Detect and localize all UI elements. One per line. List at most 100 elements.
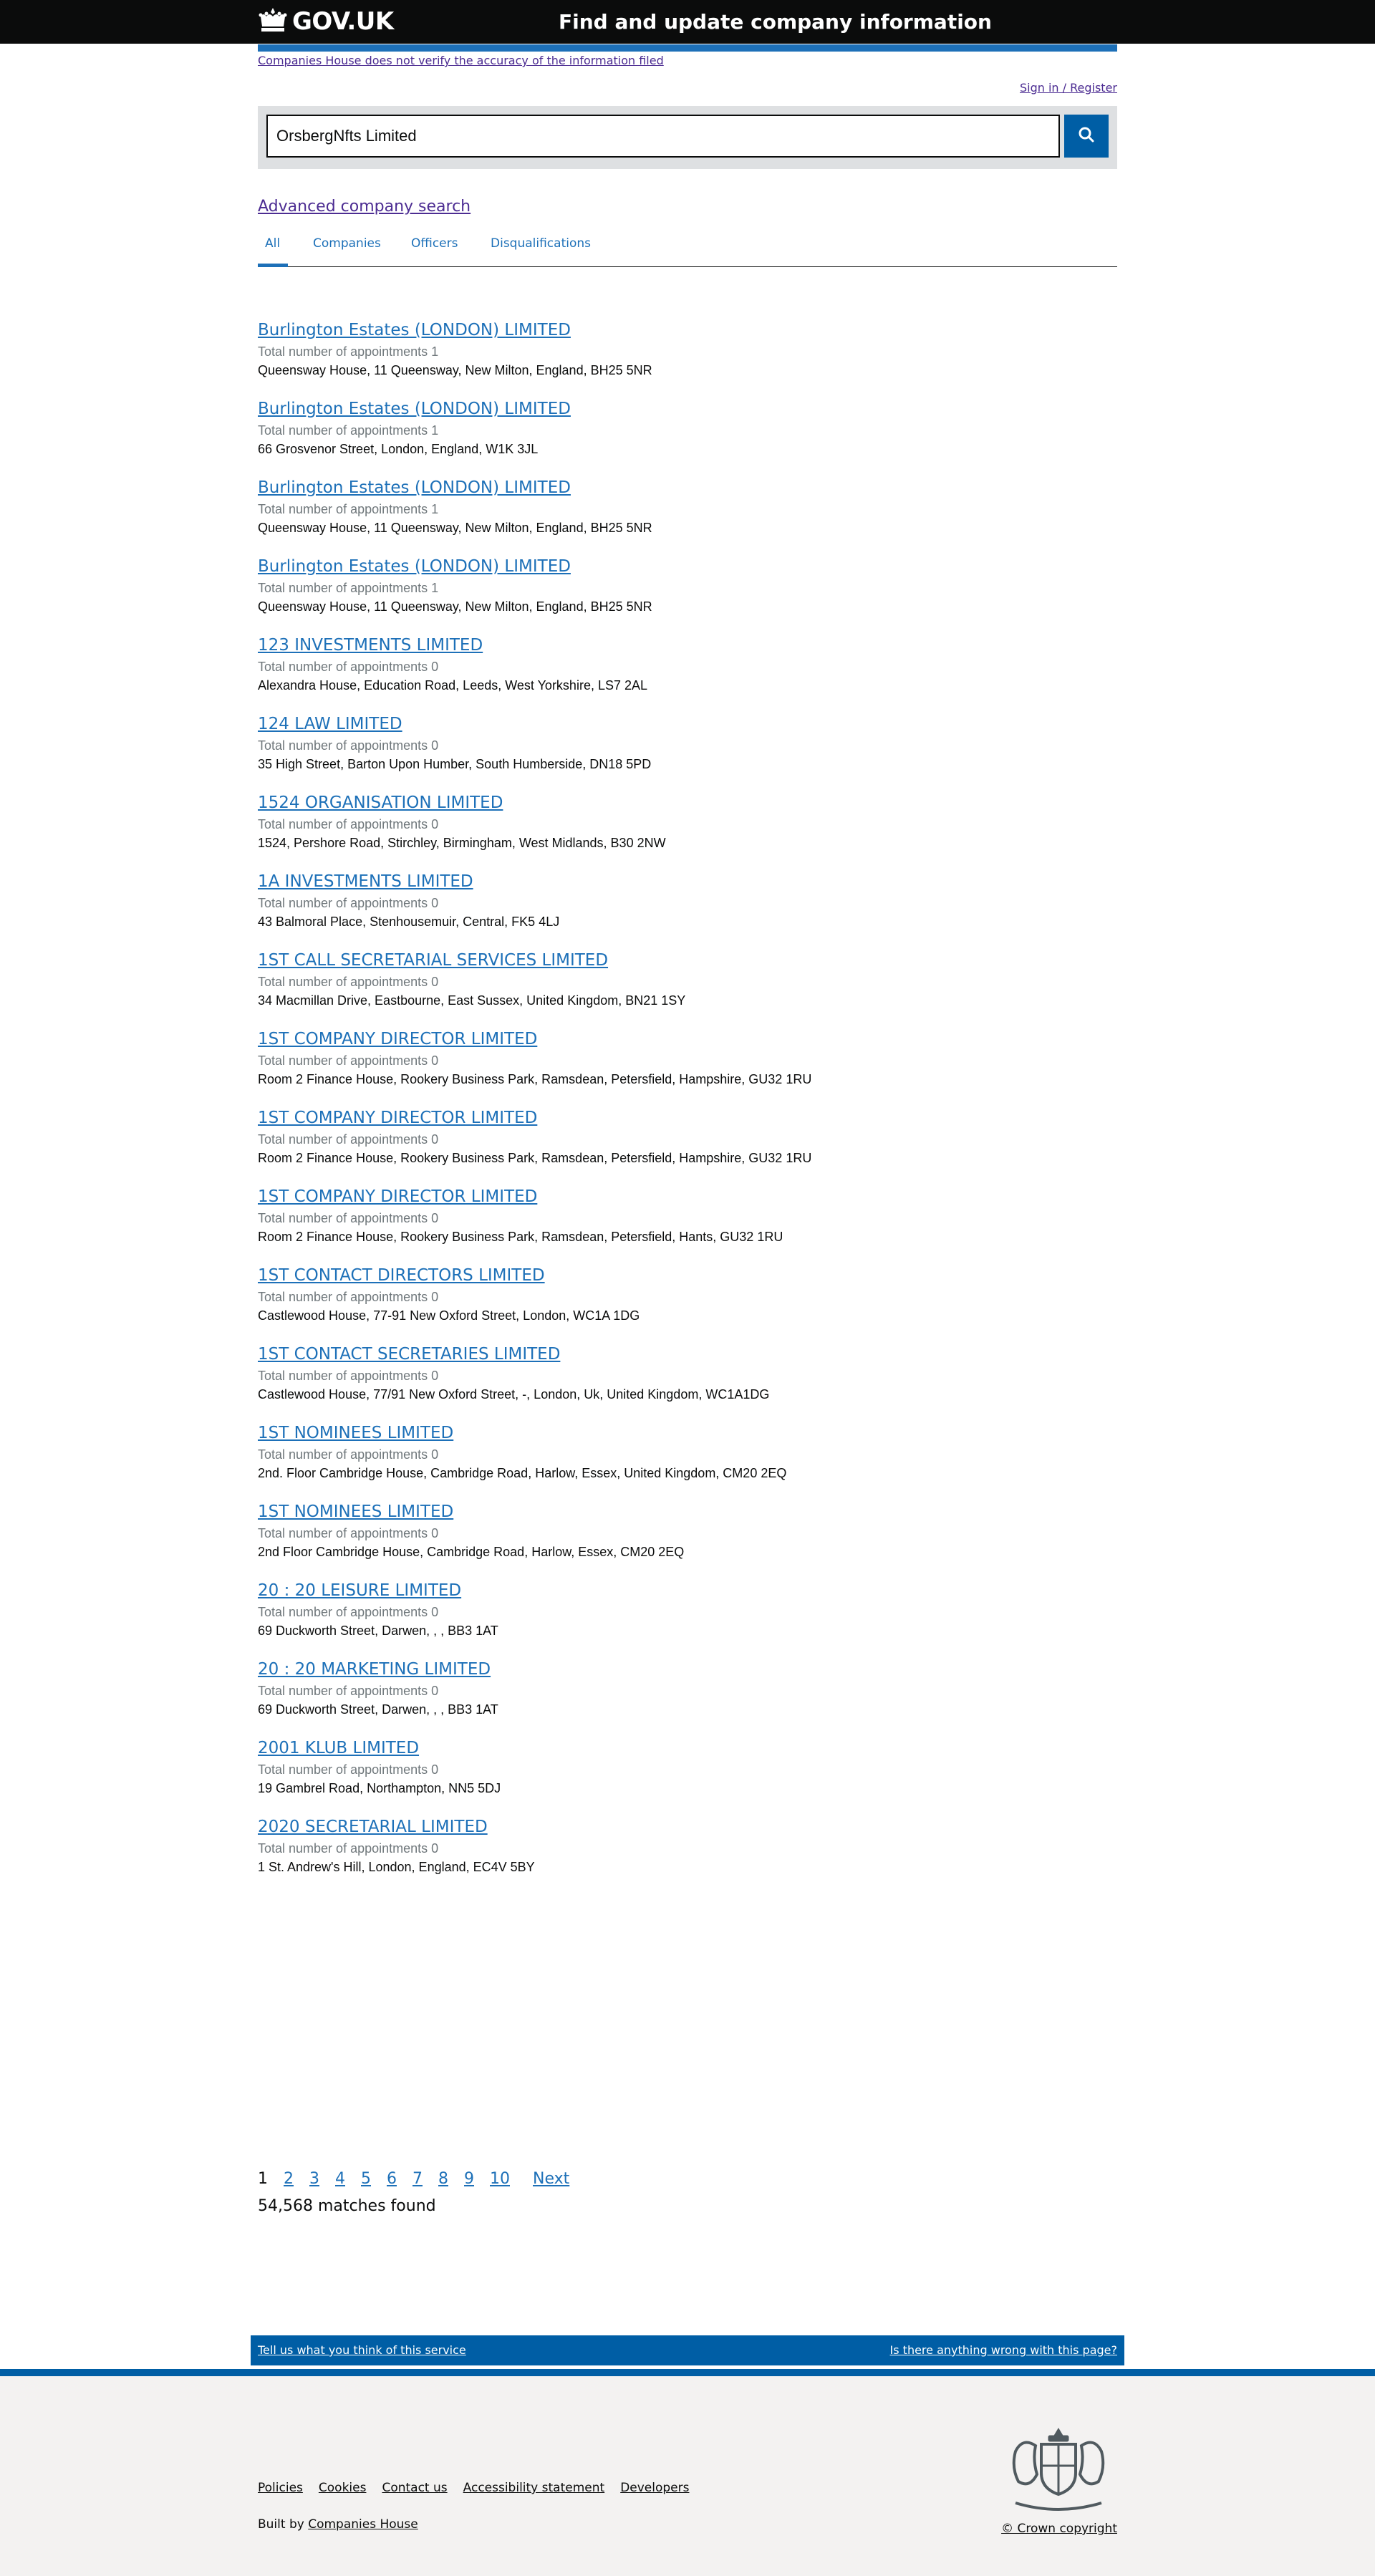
footer-link[interactable]: Developers: [620, 2481, 689, 2495]
appointments-count: Total number of appointments 0: [258, 1605, 439, 1619]
result-title-link[interactable]: Burlington Estates (LONDON) LIMITED: [258, 397, 831, 420]
search-panel: [258, 106, 1117, 169]
list-item: 1524 ORGANISATION LIMITED Total number of…: [258, 791, 831, 852]
search-button[interactable]: [1064, 115, 1109, 158]
result-address: 2nd. Floor Cambridge House, Cambridge Ro…: [258, 1466, 787, 1480]
list-item: 1A INVESTMENTS LIMITED Total number of ap…: [258, 870, 831, 930]
result-title-link[interactable]: 1ST CONTACT DIRECTORS LIMITED: [258, 1264, 831, 1287]
list-item: 1ST CALL SECRETARIAL SERVICES LIMITED Tot…: [258, 949, 831, 1009]
tab-disqualifications[interactable]: Disqualifications: [491, 236, 591, 251]
result-address: Castlewood House, 77/91 New Oxford Stree…: [258, 1387, 770, 1402]
page-link[interactable]: 9: [464, 2170, 474, 2188]
search-input[interactable]: [266, 115, 1060, 158]
feedback-bar: Tell us what you think of this service I…: [251, 2335, 1124, 2365]
result-title-link[interactable]: 1ST COMPANY DIRECTOR LIMITED: [258, 1028, 831, 1051]
appointments-count: Total number of appointments 1: [258, 344, 439, 359]
result-title-link[interactable]: Burlington Estates (LONDON) LIMITED: [258, 555, 831, 578]
appointments-count: Total number of appointments 0: [258, 1132, 439, 1147]
page-link[interactable]: 4: [335, 2170, 345, 2188]
footer-link[interactable]: Policies: [258, 2481, 303, 2495]
result-title-link[interactable]: 1ST CALL SECRETARIAL SERVICES LIMITED: [258, 949, 831, 972]
result-address: 69 Duckworth Street, Darwen, , , BB3 1AT: [258, 1624, 498, 1638]
list-item: 1ST NOMINEES LIMITED Total number of appo…: [258, 1422, 831, 1482]
tab-companies[interactable]: Companies: [313, 236, 381, 251]
result-address: Alexandra House, Education Road, Leeds, …: [258, 678, 648, 693]
result-address: 34 Macmillan Drive, Eastbourne, East Sus…: [258, 993, 686, 1008]
result-tabs: All Companies Officers Disqualifications: [258, 231, 1117, 267]
page-link[interactable]: 3: [309, 2170, 319, 2188]
advanced-search-link[interactable]: Advanced company search: [258, 198, 471, 216]
footer-link[interactable]: Cookies: [319, 2481, 367, 2495]
footer-link[interactable]: Accessibility statement: [463, 2481, 605, 2495]
list-item: Burlington Estates (LONDON) LIMITED Total…: [258, 319, 831, 379]
crown-icon: [258, 6, 288, 37]
govuk-logo[interactable]: GOV.UK: [258, 7, 394, 36]
result-address: 2nd Floor Cambridge House, Cambridge Roa…: [258, 1545, 685, 1559]
footer-link[interactable]: Contact us: [382, 2481, 447, 2495]
page-link[interactable]: 5: [361, 2170, 371, 2188]
report-problem-link[interactable]: Is there anything wrong with this page?: [890, 2343, 1117, 2357]
page-link[interactable]: 8: [438, 2170, 448, 2188]
list-item: 1ST CONTACT DIRECTORS LIMITED Total numbe…: [258, 1264, 831, 1324]
result-address: Room 2 Finance House, Rookery Business P…: [258, 1230, 783, 1244]
result-title-link[interactable]: 1ST CONTACT SECRETARIES LIMITED: [258, 1343, 831, 1366]
list-item: 2020 SECRETARIAL LIMITED Total number of …: [258, 1815, 831, 1876]
companies-house-link[interactable]: Companies House: [308, 2517, 418, 2532]
result-address: 66 Grosvenor Street, London, England, W1…: [258, 442, 539, 456]
result-address: 1524, Pershore Road, Stirchley, Birmingh…: [258, 836, 666, 850]
result-title-link[interactable]: 1ST NOMINEES LIMITED: [258, 1422, 831, 1444]
page-link[interactable]: 2: [284, 2170, 294, 2188]
result-title-link[interactable]: Burlington Estates (LONDON) LIMITED: [258, 476, 831, 499]
list-item: Burlington Estates (LONDON) LIMITED Total…: [258, 397, 831, 458]
logo-text: GOV.UK: [292, 7, 394, 36]
next-page-link[interactable]: Next: [533, 2170, 569, 2188]
list-item: 20 : 20 MARKETING LIMITED Total number of…: [258, 1658, 831, 1718]
list-item: Burlington Estates (LONDON) LIMITED Total…: [258, 555, 831, 615]
result-address: Queensway House, 11 Queensway, New Milto…: [258, 363, 652, 377]
result-title-link[interactable]: 1ST COMPANY DIRECTOR LIMITED: [258, 1106, 831, 1129]
result-title-link[interactable]: Burlington Estates (LONDON) LIMITED: [258, 319, 831, 342]
result-title-link[interactable]: 123 INVESTMENTS LIMITED: [258, 634, 831, 657]
tab-officers[interactable]: Officers: [411, 236, 458, 251]
appointments-count: Total number of appointments 0: [258, 738, 439, 753]
tab-all[interactable]: All: [265, 236, 280, 251]
list-item: 123 INVESTMENTS LIMITED Total number of a…: [258, 634, 831, 694]
result-address: Room 2 Finance House, Rookery Business P…: [258, 1151, 812, 1165]
page-link[interactable]: 7: [412, 2170, 423, 2188]
result-address: Queensway House, 11 Queensway, New Milto…: [258, 521, 652, 535]
header-underline: [258, 44, 1117, 52]
page-link[interactable]: 10: [490, 2170, 510, 2188]
result-title-link[interactable]: 1524 ORGANISATION LIMITED: [258, 791, 831, 814]
result-address: Queensway House, 11 Queensway, New Milto…: [258, 599, 652, 614]
disclaimer-link[interactable]: Companies House does not verify the accu…: [258, 54, 664, 67]
list-item: 1ST COMPANY DIRECTOR LIMITED Total number…: [258, 1185, 831, 1245]
result-title-link[interactable]: 2020 SECRETARIAL LIMITED: [258, 1815, 831, 1838]
page-link[interactable]: 6: [387, 2170, 397, 2188]
result-title-link[interactable]: 1ST NOMINEES LIMITED: [258, 1500, 831, 1523]
matches-count: 54,568 matches found: [258, 2197, 436, 2215]
result-address: Room 2 Finance House, Rookery Business P…: [258, 1072, 812, 1086]
appointments-count: Total number of appointments 0: [258, 1684, 439, 1698]
result-address: 35 High Street, Barton Upon Humber, Sout…: [258, 757, 652, 771]
result-title-link[interactable]: 124 LAW LIMITED: [258, 713, 831, 735]
appointments-count: Total number of appointments 0: [258, 1211, 439, 1225]
result-title-link[interactable]: 1A INVESTMENTS LIMITED: [258, 870, 831, 893]
appointments-count: Total number of appointments 0: [258, 660, 439, 674]
result-title-link[interactable]: 1ST COMPANY DIRECTOR LIMITED: [258, 1185, 831, 1208]
service-name[interactable]: Find and update company information: [559, 10, 992, 34]
crown-copyright-link[interactable]: © Crown copyright: [1001, 2522, 1117, 2536]
active-tab-indicator: [258, 264, 288, 267]
pagination: 1 2 3 4 5 6 7 8 9 10 Next: [258, 2170, 569, 2188]
list-item: 2001 KLUB LIMITED Total number of appoint…: [258, 1737, 831, 1797]
result-title-link[interactable]: 20 : 20 LEISURE LIMITED: [258, 1579, 831, 1602]
feedback-link[interactable]: Tell us what you think of this service: [258, 2343, 466, 2357]
appointments-count: Total number of appointments 0: [258, 1526, 439, 1540]
result-address: 1 St. Andrew's Hill, London, England, EC…: [258, 1860, 535, 1874]
result-address: 43 Balmoral Place, Stenhousemuir, Centra…: [258, 915, 560, 929]
footer-links: Policies Cookies Contact us Accessibility s…: [258, 2481, 689, 2495]
signin-register-link[interactable]: Sign in / Register: [1020, 81, 1117, 95]
appointments-count: Total number of appointments 1: [258, 502, 439, 516]
result-title-link[interactable]: 2001 KLUB LIMITED: [258, 1737, 831, 1760]
built-by: Built by Companies House: [258, 2517, 418, 2532]
result-title-link[interactable]: 20 : 20 MARKETING LIMITED: [258, 1658, 831, 1681]
